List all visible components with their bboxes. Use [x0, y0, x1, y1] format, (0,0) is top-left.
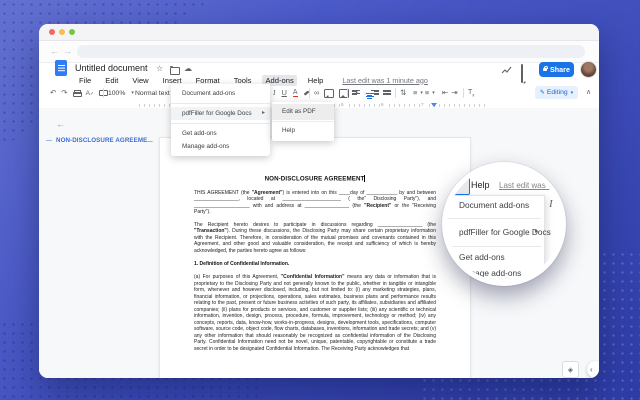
magnified-menu-item: Get add-ons: [459, 252, 505, 262]
menu-item-pdffiller-for-google-docs[interactable]: pdfFiller for Google Docs ▸: [171, 107, 270, 120]
collapse-toolbar-icon[interactable]: ∧: [586, 88, 591, 98]
user-avatar[interactable]: [580, 61, 597, 78]
magnified-addons-menu-highlight: [447, 174, 470, 195]
magnifier-overlay: Help Last edit was 1 min... Document add…: [442, 162, 566, 286]
menu-separator: [447, 246, 541, 247]
print-icon[interactable]: [72, 89, 82, 98]
submenu-item-help[interactable]: Help: [272, 123, 334, 139]
italic-icon[interactable]: I: [273, 88, 276, 98]
browser-forward-icon[interactable]: →: [63, 45, 72, 57]
insights-icon[interactable]: [501, 65, 512, 75]
menu-item-get-add-ons[interactable]: Get add-ons: [171, 127, 270, 140]
magnified-menu-item: Document add-ons: [459, 200, 530, 210]
doc-para: The Recipient hereto desires to particip…: [194, 221, 436, 254]
ruler-number: 6: [380, 101, 385, 107]
browser-back-icon[interactable]: ←: [50, 45, 59, 57]
share-button[interactable]: Share: [539, 62, 574, 77]
document-title[interactable]: Untitled document: [75, 63, 148, 73]
chevron-down-icon: ▾: [131, 90, 134, 96]
menu-item-document-add-ons[interactable]: Document add-ons: [171, 87, 270, 100]
increase-indent-icon[interactable]: ⇥: [451, 88, 457, 98]
document-page[interactable]: NON-DISCLOSURE AGREEMENT THIS AGREEMENT (…: [159, 137, 471, 378]
bulleted-list-icon[interactable]: ≡: [425, 88, 429, 98]
pdffiller-submenu: Edit as PDF Help: [272, 102, 334, 141]
window-titlebar[interactable]: [39, 24, 599, 41]
add-comment-icon[interactable]: [324, 88, 335, 98]
ruler-number: 7: [420, 101, 425, 107]
pencil-icon: ✎: [539, 90, 545, 96]
format-toolbar: ↶ ↷ A✓ 100% ▾ Normal text ▾ I U A ∞ ▾: [39, 86, 599, 100]
outline-dash: [46, 140, 52, 141]
outline-heading-item[interactable]: NON-DISCLOSURE AGREEME...: [46, 137, 153, 144]
submenu-arrow-icon: ▸: [261, 110, 265, 116]
align-left-icon[interactable]: [352, 89, 360, 97]
menu-view[interactable]: View: [129, 75, 151, 86]
star-icon[interactable]: ☆: [156, 64, 163, 73]
menu-separator: [171, 123, 270, 124]
zoom-select[interactable]: 100%: [108, 90, 125, 97]
submenu-item-edit-as-pdf[interactable]: Edit as PDF: [272, 104, 334, 120]
magnified-submenu-arrow-icon: ▸: [535, 228, 539, 235]
lock-icon: [543, 65, 548, 72]
google-docs-icon[interactable]: [55, 60, 67, 76]
doc-para: THIS AGREEMENT (the "Agreement") is ente…: [194, 189, 437, 216]
menu-edit[interactable]: Edit: [102, 75, 121, 86]
menu-item-manage-add-ons[interactable]: Manage add-ons: [171, 140, 270, 153]
decrease-indent-icon[interactable]: ⇤: [442, 88, 448, 98]
magnified-help-menu: Help: [471, 180, 490, 190]
clear-formatting-icon[interactable]: Tx: [468, 89, 475, 97]
chevron-down-icon: ▾: [420, 90, 423, 96]
doc-title: NON-DISCLOSURE AGREEMENT: [264, 175, 366, 183]
browser-window: ← → Untitled document ☆ ☁ File Edit View In…: [39, 24, 599, 378]
magnified-menu-item: Manage add-ons: [459, 268, 522, 278]
align-center-icon[interactable]: [364, 91, 374, 99]
magnified-last-edit: Last edit was 1 min...: [499, 181, 561, 190]
addons-dropdown-menu: Document add-ons pdfFiller for Google Doc…: [171, 84, 270, 156]
zoom-window-button[interactable]: [69, 29, 75, 35]
line-spacing-icon[interactable]: ⇅: [400, 88, 406, 98]
doc-para: (a) For purposes of this Agreement, "Con…: [194, 273, 437, 352]
outline-heading-label: NON-DISCLOSURE AGREEME...: [56, 137, 153, 144]
insert-link-icon[interactable]: ∞: [314, 88, 319, 98]
menu-file[interactable]: File: [76, 75, 94, 86]
menu-help[interactable]: Help: [305, 75, 327, 86]
menu-separator: [171, 103, 270, 104]
browser-toolbar: ← →: [39, 41, 599, 63]
comment-history-icon[interactable]: [521, 64, 523, 83]
explore-button[interactable]: ◈: [562, 361, 579, 378]
chevron-down-icon: ▾: [570, 89, 574, 96]
minimize-window-button[interactable]: [59, 29, 65, 35]
styles-select[interactable]: Normal text: [135, 90, 170, 97]
numbered-list-icon[interactable]: ≡: [413, 88, 417, 98]
collapse-panel-button[interactable]: ‹: [587, 361, 599, 378]
share-label: Share: [550, 65, 570, 74]
undo-icon[interactable]: ↶: [50, 88, 56, 98]
editing-mode-button[interactable]: ✎ Editing ▾: [535, 86, 578, 99]
hide-outline-icon[interactable]: ←: [56, 119, 65, 129]
underline-icon[interactable]: U: [282, 88, 287, 98]
chevron-down-icon: ▾: [432, 90, 435, 96]
last-edit-link[interactable]: Last edit was 1 minute ago: [342, 76, 428, 85]
menu-separator: [447, 218, 541, 219]
align-right-icon[interactable]: [371, 89, 379, 97]
spellcheck-icon[interactable]: A✓: [86, 90, 95, 97]
close-window-button[interactable]: [49, 29, 55, 35]
magnifier-content: Help Last edit was 1 min... Document add…: [447, 167, 561, 281]
text-color-icon[interactable]: A: [292, 89, 298, 97]
magnified-italic-icon: I: [549, 198, 553, 210]
address-bar[interactable]: [77, 45, 585, 58]
align-justify-icon[interactable]: [383, 89, 391, 97]
redo-icon[interactable]: ↷: [61, 88, 67, 98]
ruler-cursor-marker[interactable]: [431, 103, 437, 107]
text-cursor: [364, 175, 366, 182]
menu-separator: [272, 121, 334, 122]
editing-mode-label: Editing: [546, 89, 568, 96]
cloud-status-icon: ☁: [184, 64, 192, 73]
doc-heading: 1. Definition of Confidential Informatio…: [194, 261, 290, 268]
ruler-number: 5: [340, 101, 345, 107]
